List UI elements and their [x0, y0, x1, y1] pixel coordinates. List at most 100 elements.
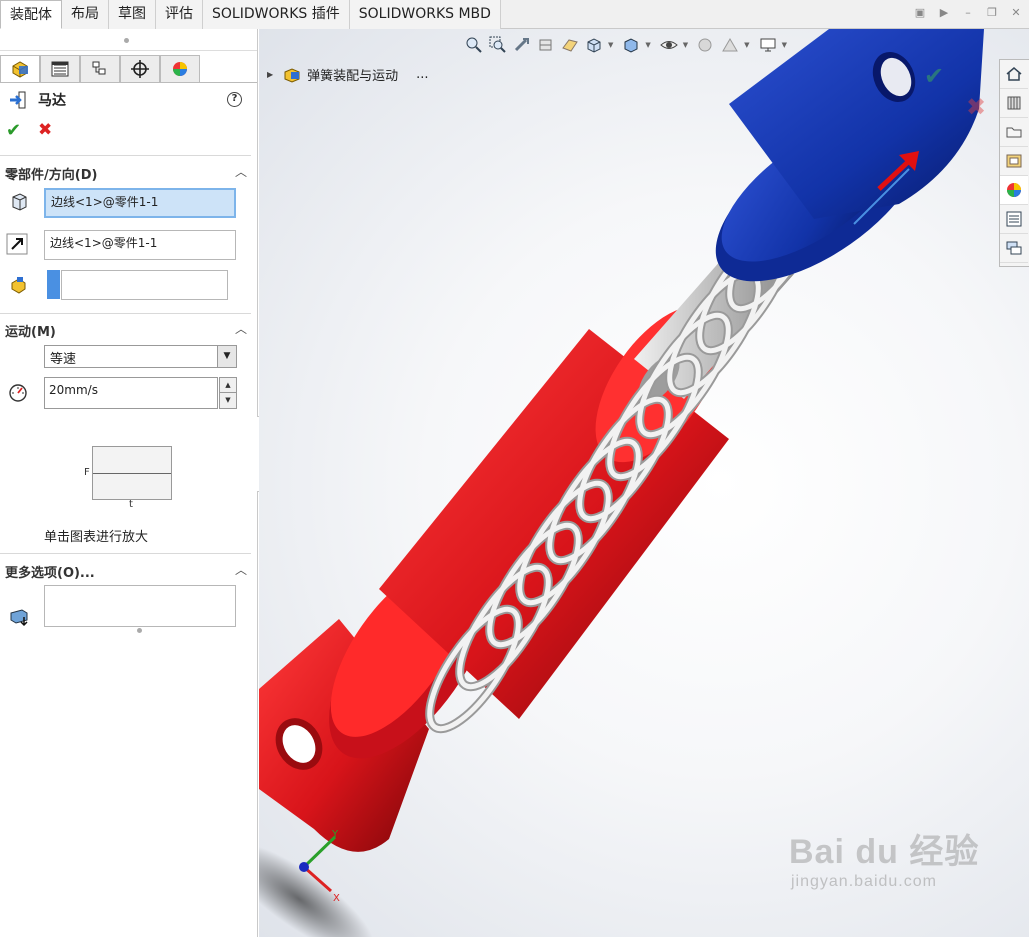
tab-dimxpert-manager[interactable]	[120, 55, 160, 82]
resize-handle-dot[interactable]	[137, 628, 142, 633]
triad-x-label: X	[333, 893, 340, 904]
dynamic-annotation-icon[interactable]	[560, 35, 580, 55]
tab-feature-manager[interactable]	[0, 55, 40, 82]
relative-component-icon	[11, 277, 26, 294]
cancel-button[interactable]: ✖	[38, 120, 52, 140]
motion-type-select[interactable]: 等速 ▼	[44, 345, 237, 368]
dropdown-arrow-icon[interactable]: ▼	[217, 346, 236, 367]
property-list-icon	[51, 61, 69, 77]
chevron-down-icon[interactable]: ▼	[608, 41, 613, 49]
collapse-chevron-icon[interactable]: ︿	[235, 163, 247, 180]
zoom-to-area-icon[interactable]	[488, 35, 508, 55]
confirm-corner-cancel-icon: ✖	[966, 93, 986, 121]
section-divider	[0, 313, 251, 314]
speed-stepper[interactable]: ▲ ▼	[219, 377, 237, 409]
zoom-to-fit-icon[interactable]	[464, 35, 484, 55]
load-face-icon	[10, 609, 28, 627]
relative-component-field[interactable]	[61, 270, 228, 300]
custom-properties-icon[interactable]	[1000, 205, 1028, 234]
forum-icon[interactable]	[1000, 234, 1028, 263]
graph-profile-line	[93, 473, 171, 474]
restore-icon[interactable]: ❐	[985, 6, 999, 20]
next-window-icon[interactable]: ▶	[937, 6, 951, 20]
flyout-feature-tree[interactable]: ▶ 弹簧装配与运动 ...	[267, 65, 429, 84]
component-icon	[12, 193, 27, 211]
motor-icon	[10, 91, 26, 109]
view-orientation-icon[interactable]	[584, 35, 604, 55]
spin-down-icon[interactable]: ▼	[220, 393, 236, 408]
shock-absorber-model[interactable]: ✔ ✖ Y X	[259, 29, 1029, 937]
tab-display-manager[interactable]	[160, 55, 200, 82]
speed-input[interactable]: 20mm/s	[44, 377, 218, 409]
previous-view-icon[interactable]	[512, 35, 532, 55]
motion-profile-graph[interactable]	[92, 446, 172, 500]
collapse-chevron-icon[interactable]: ︿	[235, 561, 247, 578]
chevron-down-icon[interactable]: ▼	[683, 41, 688, 49]
tab-evaluate[interactable]: 评估	[156, 0, 203, 29]
minimize-icon[interactable]: –	[961, 6, 975, 20]
window-controls: ▣ ▶ – ❐ ✕	[913, 6, 1023, 20]
chevron-down-icon[interactable]: ▼	[782, 41, 787, 49]
confirm-corner-ok-icon: ✔	[924, 62, 944, 90]
section-divider	[0, 155, 251, 156]
load-bearing-faces-field[interactable]	[44, 585, 236, 627]
graph-x-label: t	[129, 499, 133, 510]
heads-up-view-toolbar: ▼ ▼ ▼ ▼ ▼	[464, 33, 791, 57]
tab-layout[interactable]: 布局	[62, 0, 109, 29]
task-pane-tabs	[999, 59, 1029, 267]
ok-button[interactable]: ✔	[6, 120, 21, 141]
tab-mbd[interactable]: SOLIDWORKS MBD	[349, 0, 501, 29]
tab-assembly[interactable]: 装配体	[0, 0, 62, 29]
hide-show-items-icon[interactable]	[659, 35, 679, 55]
motion-type-value: 等速	[50, 352, 77, 367]
watermark-brand: Bai du 经验	[789, 833, 980, 871]
triad-y-label: Y	[331, 829, 339, 840]
section-divider	[0, 553, 251, 554]
solidworks-resources-icon[interactable]	[1000, 60, 1028, 89]
component-direction-header[interactable]: 零部件/方向(D)	[5, 164, 97, 183]
panel-top-strip	[0, 29, 257, 51]
collapse-chevron-icon[interactable]: ︿	[235, 320, 247, 337]
assembly-icon	[284, 67, 300, 83]
file-explorer-icon[interactable]	[1000, 118, 1028, 147]
assembly-name[interactable]: 弹簧装配与运动	[307, 65, 398, 84]
expand-arrow-icon[interactable]: ▶	[267, 70, 273, 79]
manager-tab-underline	[0, 82, 257, 83]
chevron-down-icon[interactable]: ▼	[744, 41, 749, 49]
direction-icon[interactable]	[6, 233, 28, 255]
tab-addins[interactable]: SOLIDWORKS 插件	[203, 0, 350, 29]
design-library-icon[interactable]	[1000, 89, 1028, 118]
component-field[interactable]: 边线<1>@零件1-1	[44, 188, 236, 218]
tab-property-manager[interactable]	[40, 55, 80, 82]
graph-caption: 单击图表进行放大	[44, 530, 149, 545]
display-style-icon[interactable]	[621, 35, 641, 55]
configuration-icon	[92, 61, 106, 75]
baidu-jingyan-watermark: Bai du 经验 jingyan.baidu.com	[789, 824, 979, 891]
pm-title: 马达	[38, 93, 66, 109]
appearances-scenes-icon[interactable]	[1000, 176, 1028, 205]
help-button[interactable]: ?	[227, 92, 242, 107]
drag-handle-dot[interactable]	[124, 38, 129, 43]
view-settings-icon[interactable]	[758, 35, 778, 55]
direction-field[interactable]: 边线<1>@零件1-1	[44, 230, 236, 260]
selection-color-swatch	[47, 270, 60, 299]
manager-tabs	[0, 55, 200, 82]
feature-tree-icon	[12, 61, 28, 78]
speed-gauge-icon	[9, 384, 27, 402]
close-icon[interactable]: ✕	[1009, 6, 1023, 20]
motion-header[interactable]: 运动(M)	[5, 321, 56, 340]
view-palette-icon[interactable]	[1000, 147, 1028, 176]
apply-scene-icon[interactable]	[720, 35, 740, 55]
graphics-viewport[interactable]: ✔ ✖ Y X ▼ ▼ ▼ ▼ ▼ ▶ 弹簧装配与运动 ... Bai du 经…	[259, 29, 1029, 937]
pm-title-row: 马达	[8, 90, 66, 110]
spin-up-icon[interactable]: ▲	[220, 378, 236, 393]
property-manager-panel: 马达 ? ✔ ✖ 零部件/方向(D) ︿ 边线<1>@零件1-1 边线<1>@零…	[0, 29, 258, 937]
tab-sketch[interactable]: 草图	[109, 0, 156, 29]
tile-icon[interactable]: ▣	[913, 6, 927, 20]
edit-appearance-icon[interactable]	[696, 35, 716, 55]
tab-configuration-manager[interactable]	[80, 55, 120, 82]
chevron-down-icon[interactable]: ▼	[645, 41, 650, 49]
section-view-icon[interactable]	[536, 35, 556, 55]
appearance-ball-icon	[173, 62, 187, 76]
more-options-header[interactable]: 更多选项(O)...	[5, 562, 95, 581]
